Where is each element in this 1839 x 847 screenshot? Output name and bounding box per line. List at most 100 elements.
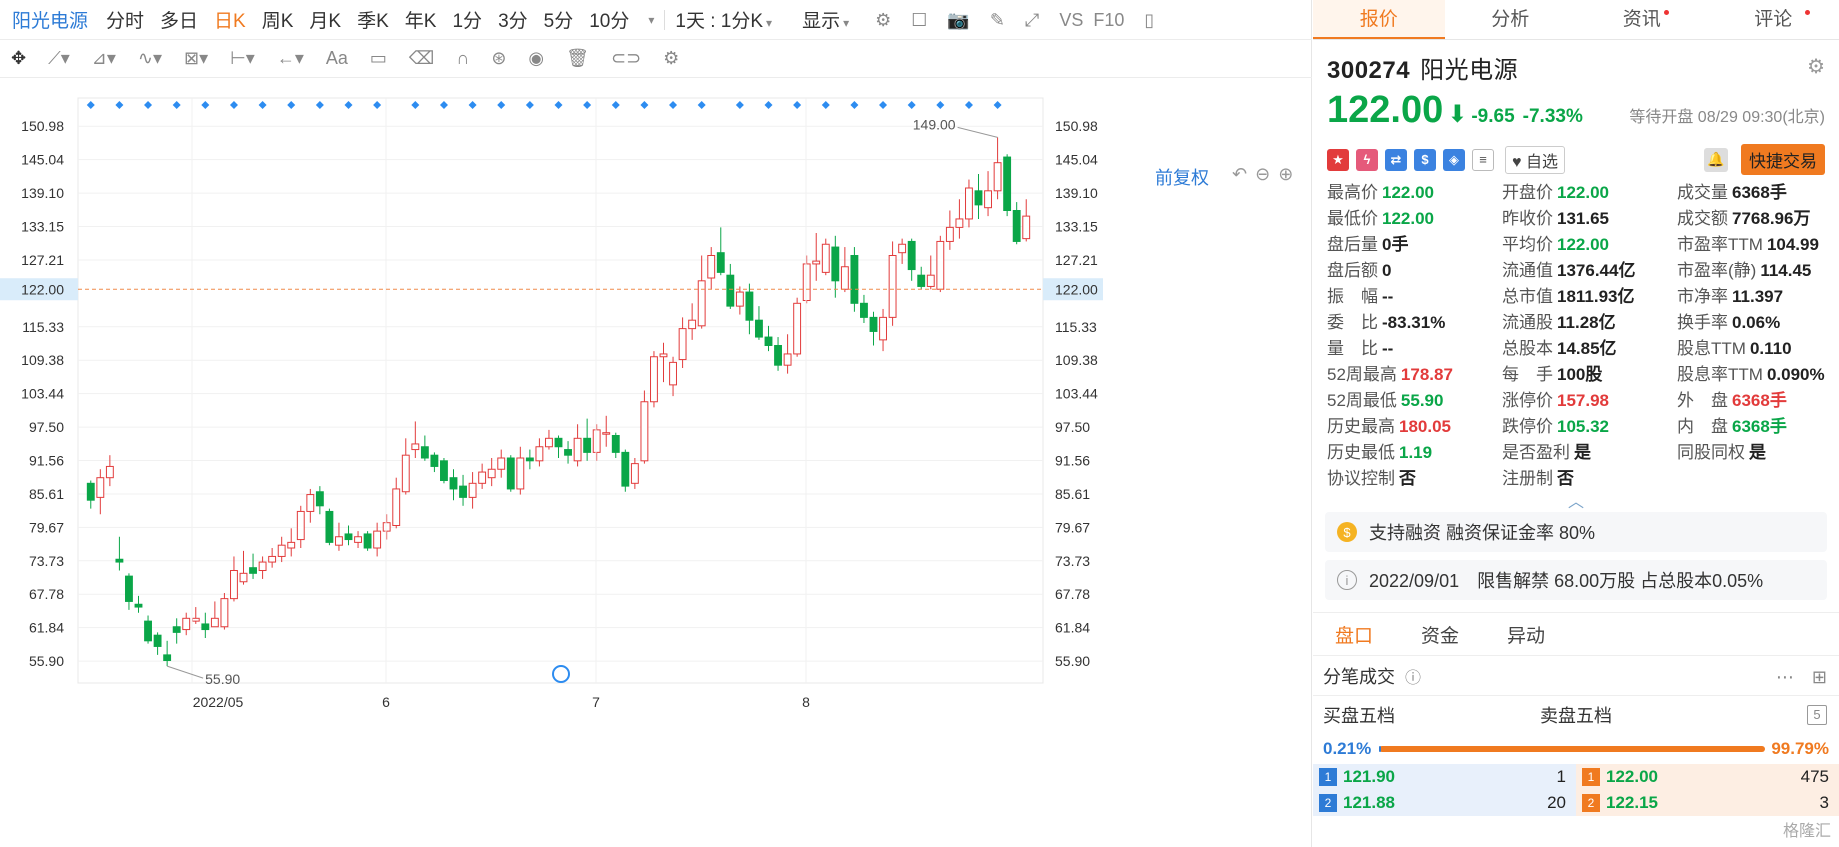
period-tab-5[interactable]: 季K: [357, 6, 389, 33]
arrow-tool-icon[interactable]: ←▾: [277, 48, 304, 69]
stat-label: 52周最低: [1327, 391, 1397, 410]
stat-label: 成交额: [1677, 209, 1728, 228]
period-tab-7[interactable]: 1分: [452, 6, 482, 33]
move-icon[interactable]: ✥: [11, 48, 26, 69]
period-tab-9[interactable]: 5分: [544, 6, 574, 33]
wave-tool-icon[interactable]: ∿▾: [138, 48, 162, 69]
event-marker-icon: [172, 101, 181, 109]
y-tick-label-right: 150.98: [1055, 118, 1098, 134]
toolbar-stock-name[interactable]: 阳光电源: [12, 6, 88, 33]
info-icon[interactable]: ⓘ: [1405, 664, 1421, 688]
stat-cell: 52周最高 178.87: [1327, 363, 1502, 386]
dollar-icon[interactable]: $: [1414, 148, 1436, 171]
collapse-chevron-icon[interactable]: ︿: [1313, 488, 1839, 511]
sidebar-toggle-icon[interactable]: ▯: [1144, 11, 1154, 29]
shuffle-icon[interactable]: ⇄: [1385, 148, 1407, 171]
current-price-label-left: 122.00: [21, 281, 64, 297]
ask-level[interactable]: 1 122.00 475: [1576, 764, 1839, 790]
period-tab-10[interactable]: 10分: [589, 6, 629, 33]
stat-value: 55.90: [1400, 391, 1444, 410]
channel-tool-icon[interactable]: ⊿▾: [92, 48, 116, 69]
eye-icon[interactable]: ◉: [528, 48, 544, 69]
bid-level[interactable]: 2 121.88 20: [1313, 790, 1576, 816]
line-tool-icon[interactable]: ⟋▾: [48, 48, 70, 69]
zoom-in-icon[interactable]: ⊕: [1278, 164, 1293, 185]
vs-button[interactable]: VS: [1059, 11, 1083, 29]
tab-2[interactable]: 资讯: [1576, 0, 1708, 39]
period-tab-0[interactable]: 分时: [106, 6, 144, 33]
eraser-icon[interactable]: ⌫: [409, 48, 434, 69]
five-levels-icon[interactable]: 5: [1807, 705, 1827, 725]
link-icon[interactable]: ⊂⊃: [611, 48, 641, 69]
tag-icon[interactable]: ◈: [1443, 148, 1465, 171]
stat-cell: 昨收价 131.65: [1502, 207, 1677, 230]
quick-trade-button[interactable]: 快捷交易: [1741, 144, 1825, 175]
stat-cell: 振 幅 --: [1327, 285, 1502, 308]
text-tool-icon[interactable]: Aa: [326, 48, 348, 69]
lightning-icon[interactable]: ϟ: [1356, 148, 1378, 171]
stat-value: 0: [1382, 261, 1392, 280]
subtab-0[interactable]: 盘口: [1335, 621, 1373, 648]
f10-button[interactable]: F10: [1093, 11, 1124, 29]
candle-body: [230, 570, 238, 600]
pencil-icon[interactable]: ✎: [990, 11, 1005, 29]
settings-icon[interactable]: ⚙: [663, 48, 679, 69]
margin-notice[interactable]: $ 支持融资 融资保证金率 80%: [1325, 512, 1827, 552]
more-periods-chevron-icon[interactable]: ▾: [648, 13, 654, 27]
ask-level[interactable]: 2 122.15 3: [1576, 790, 1839, 816]
candle-body: [716, 252, 725, 273]
range-select[interactable]: 1天 : 1分K ▾: [675, 6, 772, 33]
period-tab-4[interactable]: 月K: [309, 6, 341, 33]
tab-0[interactable]: 报价: [1313, 0, 1445, 39]
candle-body: [945, 226, 954, 242]
event-marker-icon: [583, 101, 592, 109]
stat-value: 否: [1557, 469, 1574, 488]
y-tick-label-right: 139.10: [1055, 185, 1098, 201]
bid-level[interactable]: 1 121.90 1: [1313, 764, 1576, 790]
measure-tool-icon[interactable]: ⊢▾: [230, 48, 255, 69]
period-tab-6[interactable]: 年K: [405, 6, 437, 33]
camera-icon[interactable]: 📷: [947, 11, 969, 29]
comment-tool-icon[interactable]: ▭: [370, 48, 387, 69]
stat-cell: 最低价 122.00: [1327, 207, 1502, 230]
period-tab-8[interactable]: 3分: [498, 6, 528, 33]
tab-3[interactable]: 评论: [1708, 0, 1839, 39]
adjust-mode-button[interactable]: 前复权: [1155, 164, 1209, 190]
subtab-1[interactable]: 资金: [1421, 621, 1459, 648]
period-tab-3[interactable]: 周K: [262, 6, 294, 33]
stat-cell: 是否盈利是: [1502, 441, 1677, 464]
candle-body: [296, 510, 305, 541]
subtab-2[interactable]: 异动: [1507, 621, 1545, 648]
tab-label: 评论: [1754, 9, 1793, 30]
last-price: 122.00: [1327, 89, 1444, 131]
ask-price: 122.00: [1606, 767, 1658, 786]
stat-value: 11.28亿: [1557, 313, 1616, 332]
doc-icon[interactable]: ≡: [1472, 148, 1494, 171]
gear-icon[interactable]: ⚙: [875, 11, 891, 29]
fullscreen-icon[interactable]: ⤢: [1025, 11, 1039, 29]
gear-icon[interactable]: ⚙: [1807, 54, 1825, 79]
zoom-out-icon[interactable]: ⊖: [1255, 164, 1270, 185]
unlock-notice[interactable]: i 2022/09/01 限售解禁 68.00万股 占总股本0.05%: [1325, 560, 1827, 600]
period-tab-1[interactable]: 多日: [160, 6, 198, 33]
trash-icon[interactable]: 🗑: [566, 48, 589, 69]
more-icon[interactable]: ⋯ ⊞: [1776, 663, 1827, 689]
display-menu[interactable]: 显示 ▾: [802, 6, 849, 33]
tab-1[interactable]: 分析: [1445, 0, 1577, 39]
candle-body: [774, 345, 782, 366]
event-marker-icon: [86, 101, 95, 109]
kline-chart[interactable]: 150.98 150.98 145.04 145.04 139.10 139.10 133.…: [0, 78, 1312, 847]
stat-cell: 流通值 1376.44亿: [1502, 259, 1677, 282]
period-tab-2[interactable]: 日K: [214, 6, 246, 33]
square-icon[interactable]: ☐: [911, 11, 927, 29]
lock-icon[interactable]: ⊛: [491, 48, 506, 69]
event-marker-icon: [315, 101, 324, 109]
kline-svg[interactable]: 150.98 150.98 145.04 145.04 139.10 139.10 133.…: [0, 78, 1312, 847]
magnet-icon[interactable]: ∩: [456, 48, 469, 69]
candle-body: [573, 437, 582, 462]
bell-icon[interactable]: 🔔: [1704, 147, 1728, 172]
fib-tool-icon[interactable]: ⊠▾: [184, 48, 208, 69]
candle-body: [277, 544, 286, 557]
add-watchlist-button[interactable]: ♥ 自选: [1505, 145, 1565, 174]
undo-icon[interactable]: ↶: [1232, 164, 1247, 185]
